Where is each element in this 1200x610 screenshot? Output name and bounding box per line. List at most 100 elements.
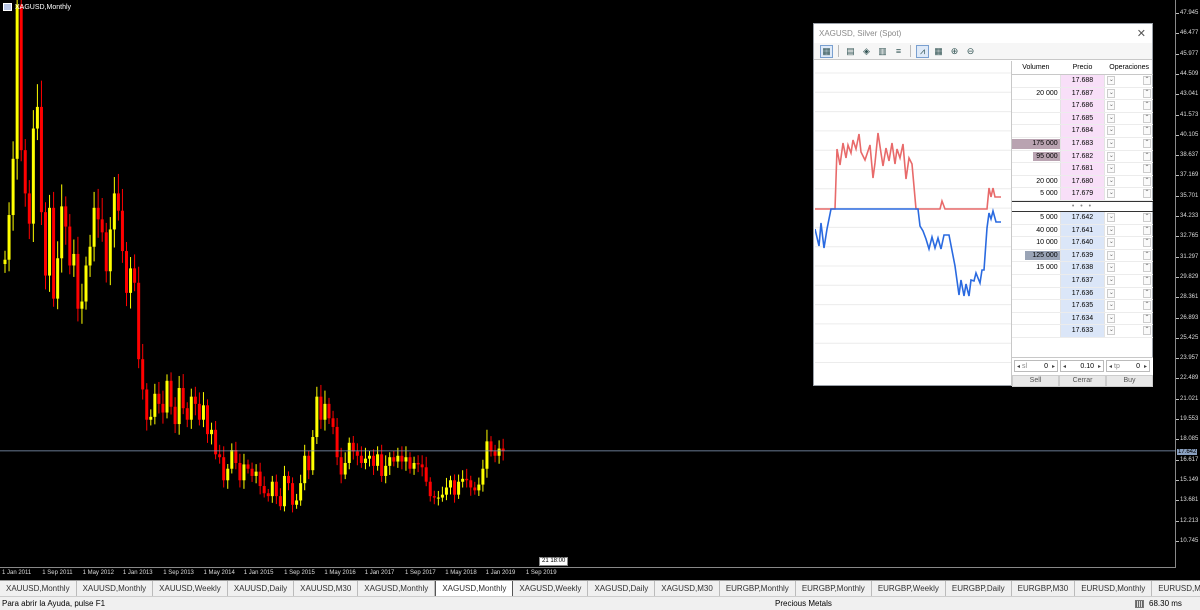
arrow-left-icon[interactable]: ◂ — [1061, 363, 1068, 370]
price-cell[interactable]: 17.641 — [1059, 224, 1106, 237]
ask-row[interactable]: 17.685 ⌄ ⌃ — [1012, 112, 1153, 126]
buy-limit-button[interactable]: ⌃ — [1143, 138, 1151, 148]
price-cell[interactable]: 17.640 — [1059, 237, 1106, 249]
bid-row[interactable]: 17.636 ⌄ ⌃ — [1012, 287, 1153, 301]
price-cell[interactable]: 17.683 — [1059, 137, 1106, 150]
depth-of-market-window[interactable]: XAGUSD, Silver (Spot) ✕ ▦ ▤ ◈ ▥ ≡ ⩘ ▦ ⊕ … — [813, 23, 1153, 387]
price-cell[interactable]: 17.680 — [1059, 175, 1106, 188]
sell-limit-button[interactable]: ⌄ — [1107, 151, 1116, 161]
bid-row[interactable]: 40 000 17.641 ⌄ ⌃ — [1012, 224, 1153, 238]
ask-row[interactable]: 175 000 17.683 ⌄ ⌃ — [1012, 137, 1153, 151]
dom-titlebar[interactable]: XAGUSD, Silver (Spot) ✕ — [814, 24, 1152, 43]
depth-chart-icon[interactable]: ⩘ — [916, 44, 929, 58]
chart-tab[interactable]: XAUUSD,M30 — [294, 581, 359, 596]
buy-limit-button[interactable]: ⌃ — [1143, 263, 1151, 273]
chart-tab[interactable]: EURGBP,Monthly — [796, 581, 872, 596]
sell-limit-button[interactable]: ⌄ — [1107, 138, 1116, 148]
close-position-button[interactable]: Cerrar — [1059, 375, 1106, 387]
chart-tab[interactable]: XAUUSD,Daily — [228, 581, 295, 596]
buy-limit-button[interactable]: ⌃ — [1143, 275, 1151, 285]
price-cell[interactable]: 17.633 — [1059, 325, 1106, 337]
price-cell[interactable]: 17.636 — [1059, 287, 1106, 300]
chart-tab[interactable]: XAGUSD,Monthly — [358, 581, 436, 596]
price-axis[interactable]: 47.945 46.477 45.977 44.509 43.041 41.573 40.1… — [1175, 0, 1200, 568]
chart-shift-marker[interactable]: 21 18:00 — [539, 557, 569, 566]
sell-limit-button[interactable]: ⌄ — [1107, 126, 1116, 136]
price-cell[interactable]: 17.682 — [1059, 150, 1106, 163]
close-icon[interactable]: ✕ — [1137, 27, 1146, 40]
chart-tab[interactable]: XAUUSD,Monthly — [77, 581, 154, 596]
price-cell[interactable]: 17.634 — [1059, 312, 1106, 325]
sell-limit-button[interactable]: ⌄ — [1107, 301, 1116, 311]
price-cell[interactable]: 17.639 — [1059, 249, 1106, 262]
buy-limit-button[interactable]: ⌃ — [1143, 76, 1151, 85]
sell-limit-button[interactable]: ⌄ — [1107, 225, 1116, 235]
buy-limit-button[interactable]: ⌃ — [1143, 212, 1151, 222]
table-icon[interactable]: ▤ — [844, 45, 857, 58]
buy-limit-button[interactable]: ⌃ — [1143, 288, 1151, 298]
buy-limit-button[interactable]: ⌃ — [1143, 326, 1151, 336]
stop-loss-field[interactable]: ◂ sl 0 ▸ — [1014, 360, 1058, 372]
sell-limit-button[interactable]: ⌄ — [1107, 326, 1116, 336]
chart-tab[interactable]: EURUSD,Monthly — [1075, 581, 1153, 596]
price-cell[interactable]: 17.635 — [1059, 300, 1106, 312]
sell-limit-button[interactable]: ⌄ — [1107, 288, 1116, 298]
sell-limit-button[interactable]: ⌄ — [1107, 250, 1116, 260]
buy-limit-button[interactable]: ⌃ — [1143, 313, 1151, 323]
ask-row[interactable]: 17.688 ⌄ ⌃ — [1012, 75, 1153, 88]
chart-tab[interactable]: XAGUSD,Daily — [588, 581, 656, 596]
buy-limit-button[interactable]: ⌃ — [1143, 225, 1151, 235]
ask-row[interactable]: 5 000 17.679 ⌄ ⌃ — [1012, 188, 1153, 201]
zoom-out-icon[interactable]: ⊖ — [964, 45, 977, 58]
bid-row[interactable]: 17.635 ⌄ ⌃ — [1012, 300, 1153, 313]
time-axis[interactable]: 1 Jan 2011 1 Sep 2011 1 May 2012 1 Jan 2013… — [0, 568, 1176, 580]
buy-limit-button[interactable]: ⌃ — [1143, 113, 1151, 123]
chart-tab[interactable]: XAGUSD,Weekly — [513, 581, 589, 596]
price-cell[interactable]: 17.687 — [1059, 87, 1106, 100]
buy-limit-button[interactable]: ⌃ — [1143, 164, 1151, 174]
ask-row[interactable]: 95 000 17.682 ⌄ ⌃ — [1012, 150, 1153, 164]
chart-tab[interactable]: XAUUSD,Weekly — [153, 581, 228, 596]
sell-limit-button[interactable]: ⌄ — [1107, 101, 1116, 111]
arrow-left-icon[interactable]: ◂ — [1107, 363, 1114, 370]
buy-limit-button[interactable]: ⌃ — [1143, 301, 1151, 311]
buy-limit-button[interactable]: ⌃ — [1143, 151, 1151, 161]
chart-tab[interactable]: EURGBP,Monthly — [720, 581, 796, 596]
chart-tab[interactable]: EURUSD,Monthly — [1152, 581, 1200, 596]
arrow-left-icon[interactable]: ◂ — [1015, 363, 1022, 370]
sell-limit-button[interactable]: ⌄ — [1107, 263, 1116, 273]
bid-row[interactable]: 5 000 17.642 ⌄ ⌃ — [1012, 211, 1153, 225]
grid-icon[interactable]: ▦ — [932, 45, 945, 58]
volume-value[interactable]: 0.10 — [1068, 363, 1096, 370]
sell-limit-button[interactable]: ⌄ — [1107, 176, 1116, 186]
chart-tab[interactable]: XAGUSD,Monthly — [435, 581, 514, 596]
sell-button[interactable]: Sell — [1012, 375, 1059, 387]
chart-toggle-icon[interactable]: ▦ — [820, 44, 833, 58]
buy-limit-button[interactable]: ⌃ — [1143, 88, 1151, 98]
price-cell[interactable]: 17.679 — [1059, 188, 1106, 200]
buy-limit-button[interactable]: ⌃ — [1143, 176, 1151, 186]
sell-limit-button[interactable]: ⌄ — [1107, 238, 1116, 248]
sell-limit-button[interactable]: ⌄ — [1107, 164, 1116, 174]
tp-value[interactable]: 0 — [1122, 363, 1142, 370]
buy-limit-button[interactable]: ⌃ — [1143, 189, 1151, 199]
ask-row[interactable]: 20 000 17.680 ⌄ ⌃ — [1012, 175, 1153, 189]
price-cell[interactable]: 17.685 — [1059, 112, 1106, 125]
buy-button[interactable]: Buy — [1106, 375, 1153, 387]
price-cell[interactable]: 17.637 — [1059, 274, 1106, 287]
chart-tab[interactable]: EURGBP,Daily — [946, 581, 1012, 596]
price-cell[interactable]: 17.686 — [1059, 100, 1106, 112]
buy-limit-button[interactable]: ⌃ — [1143, 101, 1151, 111]
buy-limit-button[interactable]: ⌃ — [1143, 238, 1151, 248]
arrow-right-icon[interactable]: ▸ — [1096, 363, 1103, 370]
arrow-right-icon[interactable]: ▸ — [1142, 363, 1149, 370]
sell-limit-button[interactable]: ⌄ — [1107, 88, 1116, 98]
refresh-icon[interactable]: ◈ — [860, 45, 873, 58]
sl-value[interactable]: 0 — [1030, 363, 1050, 370]
sell-limit-button[interactable]: ⌄ — [1107, 76, 1116, 85]
volume-field[interactable]: ◂ 0.10 ▸ — [1060, 360, 1104, 372]
levels-icon[interactable]: ≡ — [892, 45, 905, 58]
bid-row[interactable]: 17.633 ⌄ ⌃ — [1012, 325, 1153, 338]
ask-row[interactable]: 20 000 17.687 ⌄ ⌃ — [1012, 87, 1153, 101]
sell-limit-button[interactable]: ⌄ — [1107, 313, 1116, 323]
